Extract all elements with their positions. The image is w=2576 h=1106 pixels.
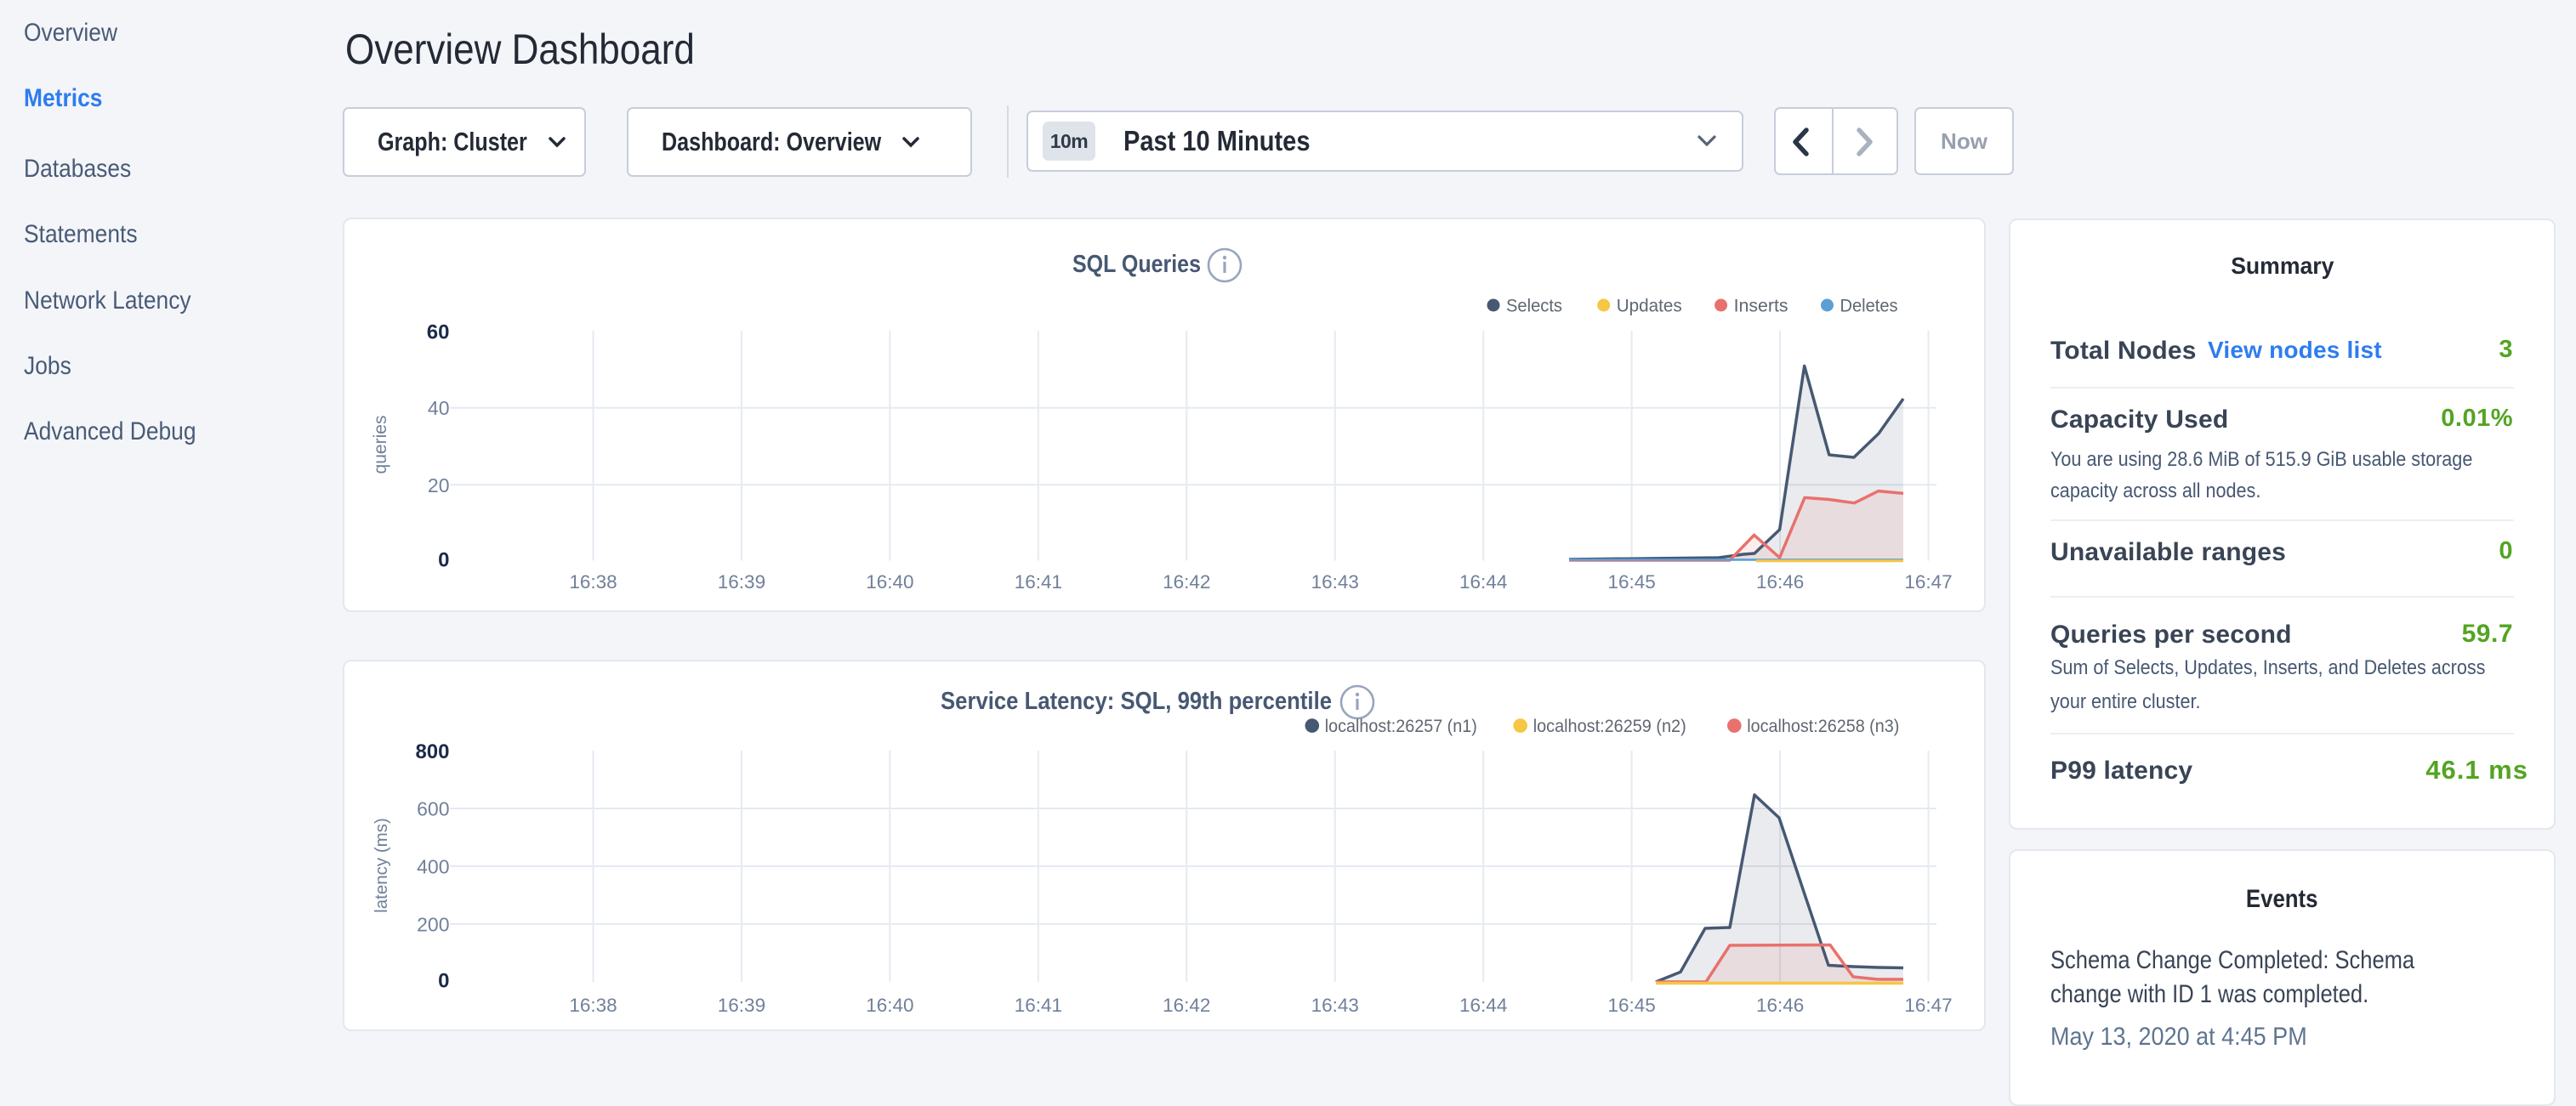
svg-text:16:44: 16:44	[1459, 995, 1507, 1016]
svg-text:60: 60	[427, 321, 450, 344]
svg-text:16:42: 16:42	[1163, 995, 1210, 1016]
svg-text:16:45: 16:45	[1607, 571, 1655, 593]
svg-text:0: 0	[438, 970, 449, 993]
svg-text:16:38: 16:38	[569, 995, 617, 1016]
svg-text:localhost:26257 (n1): localhost:26257 (n1)	[1325, 717, 1477, 736]
svg-text:SQL Queries: SQL Queries	[1072, 251, 1201, 278]
svg-text:queries: queries	[371, 416, 390, 474]
svg-text:16:46: 16:46	[1756, 571, 1804, 593]
svg-text:Deletes: Deletes	[1840, 297, 1898, 316]
svg-text:16:40: 16:40	[866, 995, 913, 1016]
svg-text:200: 200	[417, 914, 449, 936]
svg-text:16:41: 16:41	[1015, 995, 1062, 1016]
svg-text:16:39: 16:39	[718, 995, 765, 1016]
svg-text:600: 600	[417, 798, 449, 820]
svg-text:16:39: 16:39	[718, 571, 765, 593]
svg-text:Updates: Updates	[1617, 297, 1682, 316]
svg-text:16:46: 16:46	[1756, 995, 1804, 1016]
svg-text:latency (ms): latency (ms)	[372, 818, 391, 913]
svg-text:16:43: 16:43	[1311, 995, 1359, 1016]
svg-text:Inserts: Inserts	[1734, 297, 1788, 316]
svg-text:20: 20	[428, 474, 450, 496]
svg-text:16:47: 16:47	[1904, 571, 1952, 593]
svg-text:16:38: 16:38	[569, 571, 617, 593]
svg-text:localhost:26259 (n2): localhost:26259 (n2)	[1533, 717, 1686, 736]
svg-text:16:40: 16:40	[866, 571, 913, 593]
svg-text:16:44: 16:44	[1459, 571, 1507, 593]
svg-text:400: 400	[417, 856, 449, 878]
svg-text:Selects: Selects	[1506, 297, 1562, 316]
svg-text:16:41: 16:41	[1015, 571, 1062, 593]
svg-text:16:47: 16:47	[1904, 995, 1952, 1016]
svg-text:40: 40	[428, 397, 450, 419]
svg-text:16:43: 16:43	[1311, 571, 1359, 593]
svg-text:localhost:26258 (n3): localhost:26258 (n3)	[1747, 717, 1899, 736]
svg-text:Service Latency: SQL, 99th per: Service Latency: SQL, 99th percentile	[941, 688, 1332, 715]
svg-text:800: 800	[415, 740, 449, 763]
svg-text:0: 0	[438, 549, 449, 572]
svg-text:16:42: 16:42	[1163, 571, 1210, 593]
svg-text:16:45: 16:45	[1607, 995, 1655, 1016]
